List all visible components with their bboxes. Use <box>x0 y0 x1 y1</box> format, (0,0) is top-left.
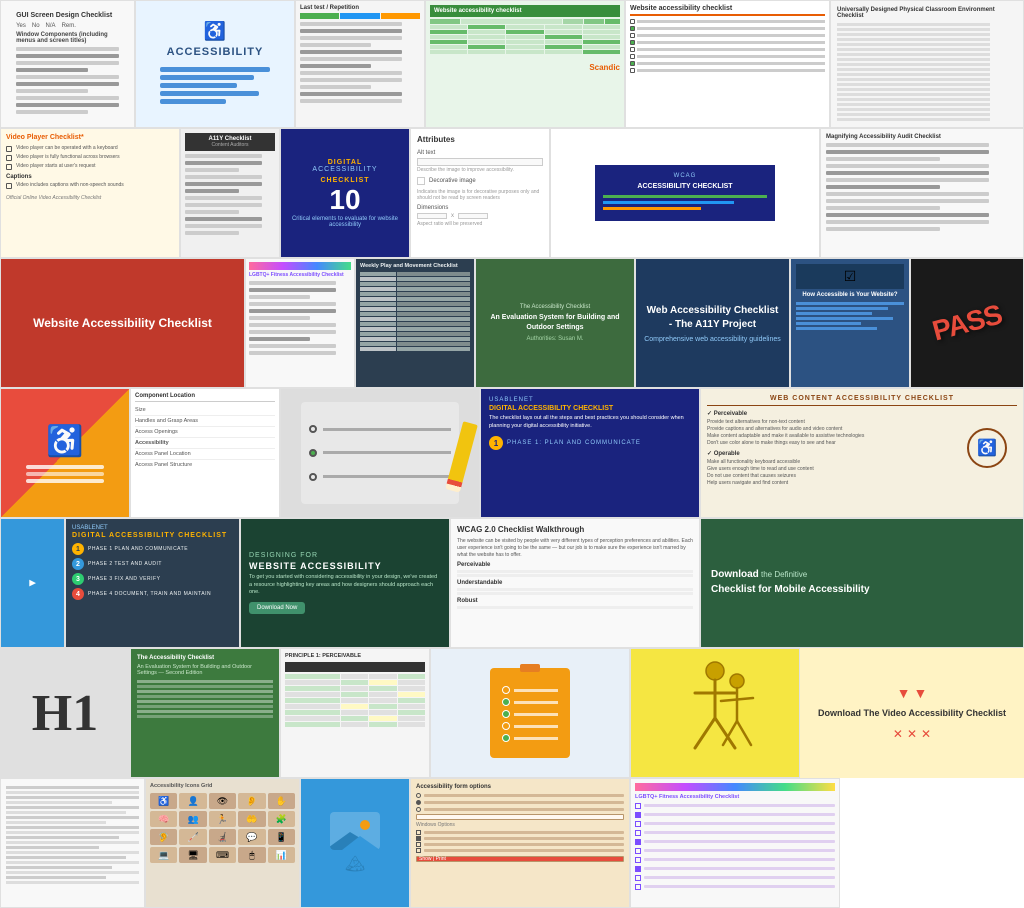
tile-wcag-table[interactable]: PRINCIPLE 1: PERCEIVABLE <box>280 648 430 778</box>
tile-fitness-lgbtq[interactable]: LGBTQ+ Fitness Accessibility Checklist <box>245 258 355 388</box>
tile-video-dl[interactable]: ▼ ▼ Download The Video Accessibility Che… <box>800 648 1024 778</box>
tile-pass-sign[interactable]: PASS <box>910 258 1024 388</box>
tile-website-access-green[interactable]: Website accessibility checklist Scandic <box>425 0 625 128</box>
tile-designing-web[interactable]: DESIGNING for WEBSITE ACCESSIBILITY To g… <box>240 518 450 648</box>
tile-lgbtq-right[interactable]: LGBTQ+ Fitness Accessibility Checklist <box>630 778 840 908</box>
tile-digital-access-navy[interactable]: UsableNet Digital Accessibility Checklis… <box>480 388 700 518</box>
ancient-figure-svg <box>665 653 765 773</box>
tile-blue-image-placeholder: 🏔 <box>300 778 410 908</box>
tile-gui-screen[interactable]: GUI Screen Design Checklist YesNoN/ARem.… <box>0 0 135 128</box>
tile-building-outdoor[interactable]: The Accessibility Checklist An Evaluatio… <box>475 258 635 388</box>
tile-accessibility-blue[interactable]: ♿ ACCESSIBILITY <box>135 0 295 128</box>
tile-emoji-grid[interactable]: Accessibility Icons Grid ♿ 👤 👁 👂 ✋ 🧠 👥 🏃… <box>145 778 300 908</box>
tile-video-checklist[interactable]: Video Player Checklist* Video player can… <box>0 128 180 258</box>
tile-plain-doc-1[interactable] <box>0 778 145 908</box>
tile-attributes[interactable]: Attributes Alt text Describe the image t… <box>410 128 550 258</box>
tile-mobile-access[interactable]: Download the Definitive Checklist for Mo… <box>700 518 1024 648</box>
tile-component-tree[interactable]: Component Location Size Handles and Gras… <box>130 388 280 518</box>
tile-ancient-figure[interactable] <box>630 648 800 778</box>
tile-how-accessible[interactable]: ☑ How Accessible is Your Website? <box>790 258 910 388</box>
tile-magnifying-access[interactable]: Magnifying Accessibility Audit Checklist <box>820 128 1024 258</box>
tile-universally-designed[interactable]: Universally Designed Physical Classroom … <box>830 0 1024 128</box>
tile-last-test[interactable]: Last test / Repetition <box>295 0 425 128</box>
tile-web-a11y[interactable]: Web Accessibility Checklist - The A11Y P… <box>635 258 790 388</box>
tile-wca-beige[interactable]: WEB CONTENT ACCESSIBILITY CHECKLIST ✓ Pe… <box>700 388 1024 518</box>
tile-weekly-play[interactable]: Weekly Play and Movement Checklist <box>355 258 475 388</box>
tile-checklist-pencil[interactable] <box>280 388 480 518</box>
tile-wcag-walkthrough[interactable]: WCAG 2.0 Checklist Walkthrough The websi… <box>450 518 700 648</box>
image-grid: GUI Screen Design Checklist YesNoN/ARem.… <box>0 0 1024 908</box>
tile-website-access-banner[interactable]: Website Accessibility Checklist <box>0 258 245 388</box>
tile-access-book[interactable]: The Accessibility Checklist An Evaluatio… <box>130 648 280 778</box>
tile-orange-access[interactable]: ♿ <box>0 388 130 518</box>
tile-blue-sidebar: ◀ <box>0 518 65 648</box>
tile-digital-phases[interactable]: UsableNet Digital Accessibility Checklis… <box>65 518 240 648</box>
tile-scandic[interactable]: Website accessibility checklist <box>625 0 830 128</box>
tile-form-checklist[interactable]: Accessibility form options Windows Optio… <box>410 778 630 908</box>
tile-clipboard-photo[interactable] <box>430 648 630 778</box>
tile-a11y-small[interactable]: A11Y Checklist Content Auditors <box>180 128 280 258</box>
tile-h1[interactable]: H1 <box>0 648 130 778</box>
tile-wcag-paper[interactable]: WCAG accessibility checklist <box>550 128 820 258</box>
tile-digital-access-dark[interactable]: DIGITAL Accessibility Checklist 10 Criti… <box>280 128 410 258</box>
